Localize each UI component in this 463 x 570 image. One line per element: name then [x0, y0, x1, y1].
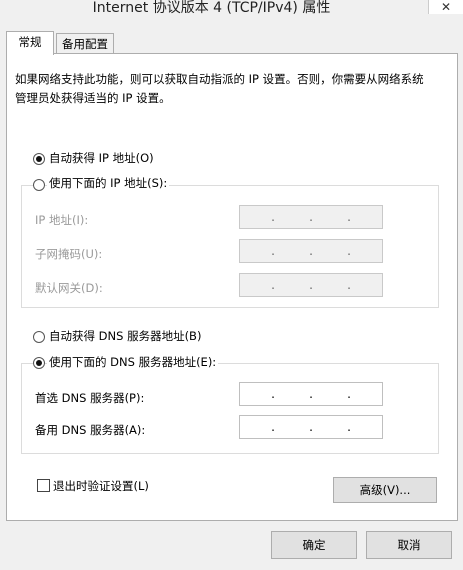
default-gateway-label: 默认网关(D): — [35, 281, 103, 295]
ok-button[interactable]: 确定 — [271, 531, 357, 559]
tab-general[interactable]: 常规 — [6, 31, 54, 55]
auto-dns-label[interactable]: 自动获得 DNS 服务器地址(B) — [49, 328, 201, 344]
tab-alternate-config[interactable]: 备用配置 — [56, 33, 114, 55]
manual-ip-radio[interactable] — [33, 179, 45, 191]
ip-address-input[interactable]: ... — [239, 205, 383, 229]
close-icon: ✕ — [440, 0, 452, 14]
alternate-dns-label: 备用 DNS 服务器(A): — [35, 423, 146, 437]
auto-ip-radio[interactable] — [33, 153, 45, 165]
preferred-dns-label: 首选 DNS 服务器(P): — [35, 391, 145, 405]
advanced-button[interactable]: 高级(V)... — [333, 477, 437, 503]
default-gateway-input[interactable]: ... — [239, 273, 383, 297]
ip-address-label: IP 地址(I): — [35, 213, 89, 227]
validate-on-exit-checkbox[interactable] — [37, 479, 50, 492]
preferred-dns-input[interactable]: ... — [239, 382, 383, 406]
title-bar: Internet 协议版本 4 (TCP/IPv4) 属性 ✕ — [0, 0, 463, 22]
alternate-dns-input[interactable]: ... — [239, 415, 383, 439]
subnet-mask-label: 子网掩码(U): — [35, 247, 103, 261]
description-text: 如果网络支持此功能，则可以获取自动指派的 IP 设置。否则，你需要从网络系统管理… — [15, 72, 424, 105]
auto-ip-label[interactable]: 自动获得 IP 地址(O) — [49, 150, 154, 166]
cancel-button[interactable]: 取消 — [366, 531, 452, 559]
validate-on-exit-label[interactable]: 退出时验证设置(L) — [53, 478, 149, 494]
window-title: Internet 协议版本 4 (TCP/IPv4) 属性 — [92, 0, 331, 16]
manual-ip-label[interactable]: 使用下面的 IP 地址(S): — [47, 175, 170, 191]
manual-dns-group — [21, 363, 439, 454]
subnet-mask-input[interactable]: ... — [239, 239, 383, 263]
general-panel: 如果网络支持此功能，则可以获取自动指派的 IP 设置。否则，你需要从网络系统管理… — [6, 53, 458, 521]
manual-dns-label[interactable]: 使用下面的 DNS 服务器地址(E): — [47, 354, 219, 370]
manual-dns-radio[interactable] — [33, 357, 45, 369]
close-button[interactable]: ✕ — [428, 0, 463, 14]
auto-dns-radio[interactable] — [33, 331, 45, 343]
